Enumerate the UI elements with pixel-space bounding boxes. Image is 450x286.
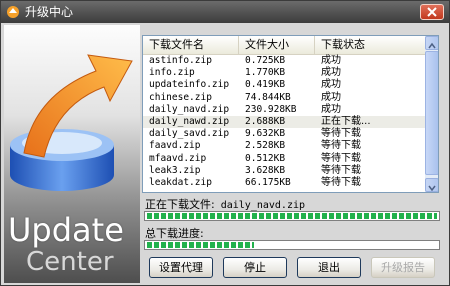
list-rows: astinfo.zip 0.725KB 成功 info.zip 1.770KB 成功 upd… — [143, 55, 425, 189]
file-name-cell: daily_savd.zip — [149, 128, 230, 140]
logo-word-update: Update — [8, 211, 124, 249]
close-icon — [427, 7, 437, 17]
file-size-cell: 3.628KB — [245, 164, 286, 176]
table-row[interactable]: leakdat.zip 66.175KB 等待下载 — [143, 177, 425, 189]
file-name-cell: chinese.zip — [149, 91, 212, 103]
file-size-cell: 9.632KB — [245, 128, 286, 140]
download-status-cell: 成功 — [321, 67, 341, 79]
file-size-cell: 1.770KB — [245, 67, 286, 79]
file-name-cell: daily_navd.zip — [149, 103, 230, 115]
total-progress — [144, 240, 440, 250]
close-button[interactable] — [420, 4, 444, 20]
file-size-cell: 230.928KB — [245, 103, 297, 115]
column-header-status[interactable]: 下载状态 — [315, 36, 425, 54]
file-name-cell: astinfo.zip — [149, 55, 212, 66]
current-file-progress-fill — [147, 213, 437, 219]
download-file-list[interactable]: 下载文件名 文件大小 下载状态 astinfo.zip 0.725KB 成功 info… — [142, 35, 439, 193]
column-header-filename[interactable]: 下载文件名 — [143, 36, 239, 54]
file-size-cell: 0.419KB — [245, 79, 286, 91]
table-row[interactable]: daily_navd.zip 230.928KB 成功 — [143, 104, 425, 116]
current-file-label: 正在下载文件: daily_navd.zip — [145, 196, 305, 212]
total-progress-fill — [147, 242, 254, 248]
list-header: 下载文件名 文件大小 下载状态 — [143, 36, 425, 55]
window-title: 升级中心 — [25, 5, 74, 19]
title-bar[interactable]: 升级中心 — [1, 1, 449, 23]
file-size-cell: 2.688KB — [245, 115, 286, 127]
download-status-cell: 成功 — [321, 55, 341, 66]
logo-word-center: Center — [26, 247, 114, 277]
download-status-cell: 等待下载 — [321, 152, 361, 164]
set-proxy-button[interactable]: 设置代理 — [149, 257, 213, 278]
table-row[interactable]: mfaavd.zip 0.512KB 等待下载 — [143, 153, 425, 165]
file-size-cell: 2.528KB — [245, 140, 286, 152]
download-status-cell: 成功 — [321, 103, 341, 115]
file-size-cell: 74.844KB — [245, 91, 291, 103]
table-row[interactable]: updateinfo.zip 0.419KB 成功 — [143, 79, 425, 91]
table-row[interactable]: chinese.zip 74.844KB 成功 — [143, 92, 425, 104]
app-icon — [7, 6, 19, 18]
file-name-cell: leakdat.zip — [149, 176, 212, 188]
file-name-cell: daily_nawd.zip — [149, 115, 230, 127]
table-row[interactable]: info.zip 1.770KB 成功 — [143, 67, 425, 79]
upgrade-report-button[interactable]: 升级报告 — [371, 257, 435, 278]
exit-button[interactable]: 退出 — [297, 257, 361, 278]
table-row[interactable]: daily_nawd.zip 2.688KB 正在下载... — [143, 115, 425, 129]
download-status-cell: 成功 — [321, 91, 341, 103]
table-row[interactable]: faavd.zip 2.528KB 等待下载 — [143, 140, 425, 152]
update-center-window: 升级中心 Update Center 下载文件名 文件大小 下载状态 astin… — [0, 0, 450, 286]
file-name-cell: faavd.zip — [149, 140, 201, 152]
download-status-cell: 正在下载... — [321, 115, 371, 127]
download-status-cell: 等待下载 — [321, 140, 361, 152]
download-status-cell: 等待下载 — [321, 164, 361, 176]
download-status-cell: 等待下载 — [321, 176, 361, 188]
download-status-cell: 等待下载 — [321, 128, 361, 140]
file-name-cell: leak3.zip — [149, 164, 201, 176]
table-row[interactable]: leak3.zip 3.628KB 等待下载 — [143, 165, 425, 177]
current-file-caption: 正在下载文件: — [145, 198, 215, 211]
current-file-name: daily_navd.zip — [220, 200, 306, 211]
column-header-size[interactable]: 文件大小 — [239, 36, 315, 54]
scroll-down-button[interactable] — [425, 178, 438, 192]
table-row[interactable]: astinfo.zip 0.725KB 成功 — [143, 55, 425, 67]
file-name-cell: info.zip — [149, 67, 195, 79]
file-size-cell: 0.725KB — [245, 55, 286, 66]
stop-button[interactable]: 停止 — [223, 257, 287, 278]
current-file-progress — [144, 211, 440, 221]
file-name-cell: updateinfo.zip — [149, 79, 230, 91]
vertical-scrollbar[interactable] — [425, 36, 438, 192]
file-name-cell: mfaavd.zip — [149, 152, 207, 164]
total-progress-label: 总下载进度: — [145, 227, 204, 240]
chevron-down-icon — [428, 185, 436, 192]
scroll-up-button[interactable] — [425, 36, 438, 50]
download-status-cell: 成功 — [321, 79, 341, 91]
update-logo-panel: Update Center — [4, 25, 140, 283]
file-size-cell: 0.512KB — [245, 152, 286, 164]
file-size-cell: 66.175KB — [245, 176, 291, 188]
scroll-thumb[interactable] — [425, 51, 438, 175]
table-row[interactable]: daily_savd.zip 9.632KB 等待下载 — [143, 128, 425, 140]
